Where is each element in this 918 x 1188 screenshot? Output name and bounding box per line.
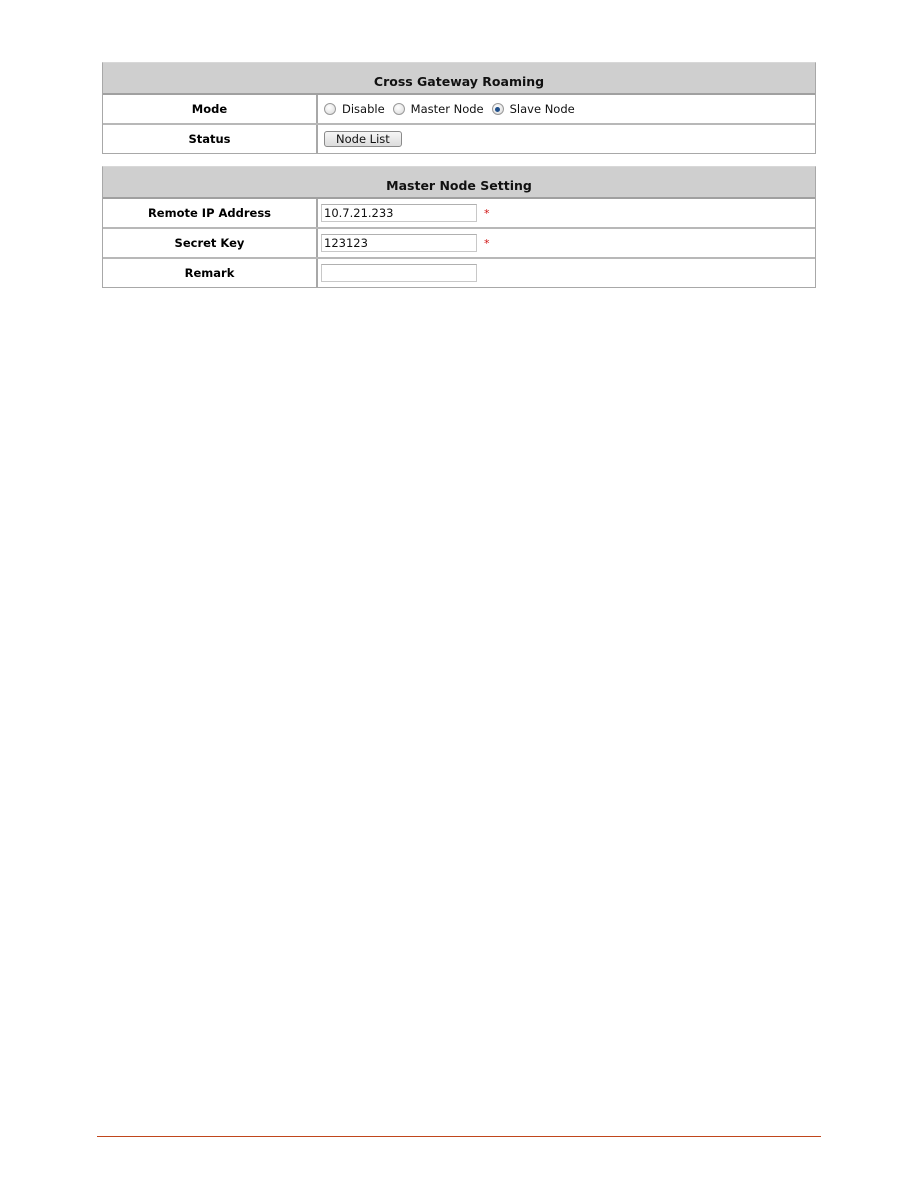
cross-gateway-roaming-panel: Cross Gateway Roaming Mode Disable Maste… xyxy=(102,62,816,154)
master-node-setting-panel: Master Node Setting Remote IP Address * … xyxy=(102,166,816,288)
required-mark: * xyxy=(484,236,490,250)
secret-key-input[interactable] xyxy=(321,234,477,252)
panel-title: Master Node Setting xyxy=(103,167,815,199)
footer-divider xyxy=(97,1136,821,1137)
mode-label: Mode xyxy=(103,95,318,123)
radio-master-node-label[interactable]: Master Node xyxy=(411,102,484,116)
radio-slave-node-label[interactable]: Slave Node xyxy=(510,102,575,116)
status-row: Status Node List xyxy=(103,125,815,153)
remote-ip-label: Remote IP Address xyxy=(103,199,318,227)
mode-options: Disable Master Node Slave Node xyxy=(318,95,815,123)
remark-label: Remark xyxy=(103,259,318,287)
node-list-button[interactable]: Node List xyxy=(324,131,402,147)
status-label: Status xyxy=(103,125,318,153)
secret-key-row: Secret Key * xyxy=(103,229,815,259)
radio-disable[interactable] xyxy=(324,103,336,115)
mode-row: Mode Disable Master Node Slave Node xyxy=(103,95,815,125)
radio-disable-label[interactable]: Disable xyxy=(342,102,385,116)
radio-master-node[interactable] xyxy=(392,103,405,115)
secret-key-label: Secret Key xyxy=(103,229,318,257)
required-mark: * xyxy=(484,206,490,220)
remark-input[interactable] xyxy=(321,264,477,282)
remote-ip-input[interactable] xyxy=(321,204,477,222)
remote-ip-row: Remote IP Address * xyxy=(103,199,815,229)
radio-slave-node[interactable] xyxy=(491,103,504,115)
panel-title: Cross Gateway Roaming xyxy=(103,63,815,95)
remark-row: Remark xyxy=(103,259,815,287)
